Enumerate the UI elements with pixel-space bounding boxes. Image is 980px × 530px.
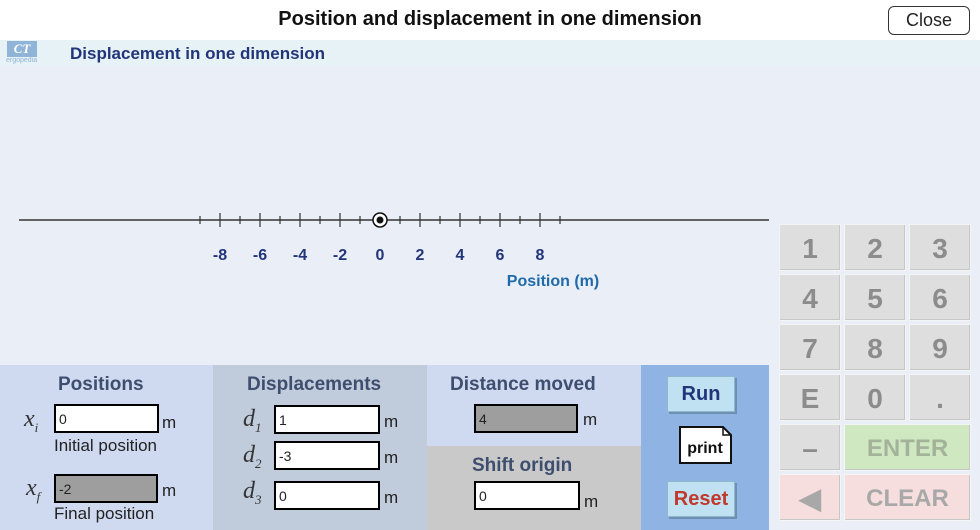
tick-label: 0 <box>376 247 385 264</box>
tick-label: 6 <box>496 247 505 264</box>
initial-position-input[interactable] <box>54 404 159 433</box>
header-strip: CT ergopedia Displacement in one dimensi… <box>0 40 980 66</box>
d3-label: d3 <box>243 478 262 507</box>
xf-unit: m <box>162 481 177 500</box>
d1-label: d1 <box>243 406 262 435</box>
shift-origin-unit: m <box>584 492 599 511</box>
key-2[interactable]: 2 <box>844 224 906 271</box>
key-4[interactable]: 4 <box>779 274 841 321</box>
tick-label: -2 <box>333 247 347 264</box>
app-window: Position and displacement in one dimensi… <box>0 0 980 530</box>
displacements-panel: Displacements d1 m d2 m d3 m <box>213 365 427 530</box>
positions-panel: Positions xi m Initial position xf m Fin… <box>0 365 213 530</box>
title-bar: Position and displacement in one dimensi… <box>0 0 980 40</box>
d2-label: d2 <box>243 442 262 471</box>
d1-unit: m <box>384 412 399 431</box>
number-line-plot: -8 -6 -4 -2 0 2 4 6 8 Position (m) <box>0 66 769 365</box>
shift-origin-panel: Shift origin m <box>427 446 641 530</box>
tick-label: 4 <box>456 247 465 264</box>
number-line-svg: -8 -6 -4 -2 0 2 4 6 8 Position (m) <box>19 212 769 290</box>
d2-input[interactable] <box>274 441 380 470</box>
displacements-title: Displacements <box>247 374 382 395</box>
ergopedia-logo: CT ergopedia <box>6 41 50 65</box>
enter-button[interactable]: ENTER <box>844 424 971 471</box>
shift-origin-input[interactable] <box>474 481 580 510</box>
x-axis-title: Position (m) <box>507 273 599 290</box>
initial-position-caption: Initial position <box>54 436 158 455</box>
distance-field <box>474 404 578 433</box>
key-6[interactable]: 6 <box>909 274 971 321</box>
backspace-button[interactable]: ◀ <box>779 474 841 521</box>
xi-unit: m <box>162 413 177 432</box>
clear-button[interactable]: CLEAR <box>844 474 971 521</box>
position-marker <box>376 216 384 224</box>
key-decimal[interactable]: . <box>909 374 971 421</box>
close-button[interactable]: Close <box>888 6 970 35</box>
d1-input[interactable] <box>274 405 380 434</box>
logo-subtext: ergopedia <box>6 57 38 64</box>
tick-label: -6 <box>253 247 267 264</box>
final-position-caption: Final position <box>54 504 155 523</box>
page-title: Position and displacement in one dimensi… <box>278 8 702 30</box>
key-1[interactable]: 1 <box>779 224 841 271</box>
xi-label: xi <box>24 406 39 435</box>
key-7[interactable]: 7 <box>779 324 841 371</box>
tick-label: -4 <box>293 247 307 264</box>
key-5[interactable]: 5 <box>844 274 906 321</box>
key-3[interactable]: 3 <box>909 224 971 271</box>
xf-label: xf <box>26 475 41 504</box>
tick-label: 2 <box>416 247 425 264</box>
distance-title: Distance moved <box>450 374 596 395</box>
distance-panel: Distance moved m <box>427 365 641 446</box>
final-position-field <box>54 474 158 503</box>
print-button[interactable]: print <box>677 422 733 465</box>
positions-title: Positions <box>58 374 144 395</box>
tick-label: -8 <box>213 247 227 264</box>
d2-unit: m <box>384 448 399 467</box>
run-button[interactable]: Run <box>667 376 735 412</box>
key-0[interactable]: 0 <box>844 374 906 421</box>
print-label: print <box>687 440 723 457</box>
d3-input[interactable] <box>274 481 380 510</box>
app-title: Displacement in one dimension <box>70 44 326 63</box>
key-8[interactable]: 8 <box>844 324 906 371</box>
d3-unit: m <box>384 488 399 507</box>
key-minus[interactable]: – <box>779 424 841 471</box>
distance-unit: m <box>583 410 598 429</box>
reset-button[interactable]: Reset <box>667 481 735 517</box>
shift-origin-title: Shift origin <box>472 455 573 476</box>
logo-mark: CT <box>7 41 37 57</box>
key-exponent[interactable]: E <box>779 374 841 421</box>
key-9[interactable]: 9 <box>909 324 971 371</box>
tick-label: 8 <box>536 247 545 264</box>
